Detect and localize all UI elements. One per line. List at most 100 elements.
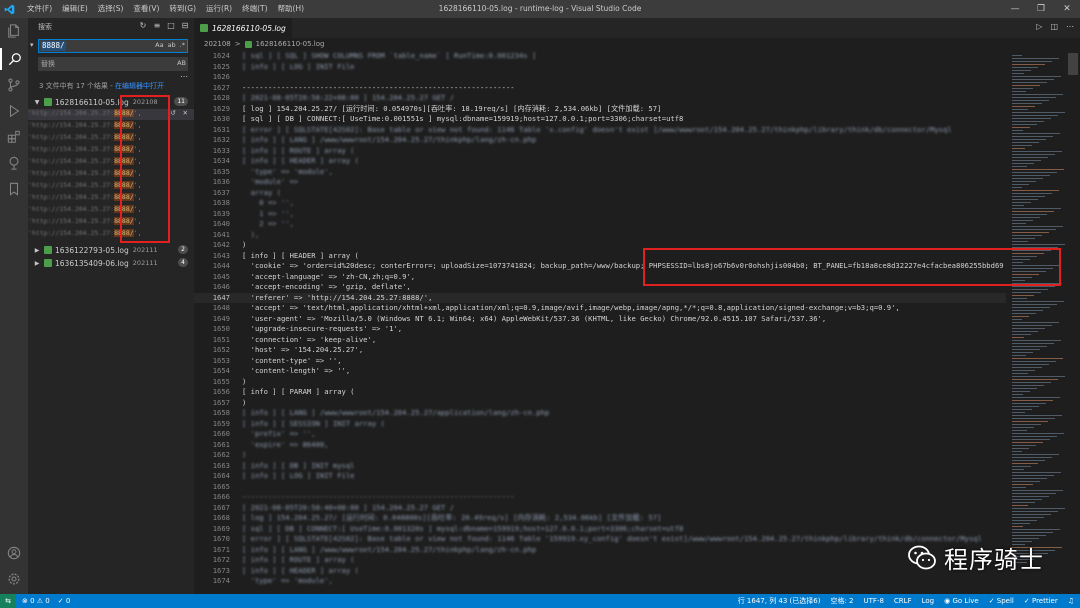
extensions-icon[interactable] bbox=[0, 126, 28, 148]
new-search-editor-icon[interactable]: □ bbox=[166, 21, 176, 30]
code-line[interactable]: 1628 [ 2021-08-05T20:58:22+08:00 ] 154.20… bbox=[194, 93, 1006, 104]
editor-scrollbar[interactable] bbox=[1066, 51, 1080, 594]
result-file-3[interactable]: ▶ 1636135409-06.log 202111 4 bbox=[28, 257, 194, 269]
code-line[interactable]: 1669 [ sql ] [ DB ] CONNECT:[ UseTime:0.0… bbox=[194, 524, 1006, 535]
dismiss-icon[interactable]: ✕ bbox=[183, 109, 188, 117]
search-details-toggle-icon[interactable]: ⋯ bbox=[180, 72, 188, 81]
code-line[interactable]: 1627 ------------------------------------… bbox=[194, 83, 1006, 94]
code-line[interactable]: 1657) bbox=[194, 398, 1006, 409]
split-editor-icon[interactable]: ◫ bbox=[1050, 22, 1058, 31]
problems-indicator[interactable]: ⊗ 0 ⚠ 0 bbox=[22, 594, 50, 608]
menu-file[interactable]: 文件(F) bbox=[22, 0, 57, 18]
code-line[interactable]: 1629 [ log ] 154.204.25.27/ [运行时间: 0.0549… bbox=[194, 104, 1006, 115]
scrollbar-thumb[interactable] bbox=[1068, 53, 1078, 75]
cursor-position[interactable]: 行 1647, 列 43 (已选择6) bbox=[738, 594, 821, 608]
code-editor[interactable]: 1624 [ sql ] [ SQL ] SHOW COLUMNS FROM `t… bbox=[194, 51, 1006, 594]
remote-explorer-icon[interactable] bbox=[0, 152, 28, 174]
code-line[interactable]: 1671 [ info ] [ LANG ] /www/wwwroot/154.2… bbox=[194, 545, 1006, 556]
code-line[interactable]: 1656 [ info ] [ PARAM ] array ( bbox=[194, 387, 1006, 398]
language-mode[interactable]: Log bbox=[922, 594, 935, 608]
menu-view[interactable]: 查看(V) bbox=[128, 0, 164, 18]
code-line[interactable]: 1632 [ info ] [ LANG ] /www/wwwroot/154.2… bbox=[194, 135, 1006, 146]
replace-icon[interactable]: ↺ bbox=[171, 109, 176, 117]
menu-terminal[interactable]: 终端(T) bbox=[237, 0, 272, 18]
run-debug-icon[interactable] bbox=[0, 100, 28, 122]
remote-indicator[interactable]: ⇆ bbox=[0, 594, 16, 608]
minimize-icon[interactable]: — bbox=[1002, 0, 1028, 18]
menu-run[interactable]: 运行(R) bbox=[201, 0, 237, 18]
search-input[interactable]: 8888/ Aa ab .* bbox=[38, 39, 188, 53]
toggle-replace-chevron-icon[interactable]: ▾ bbox=[30, 41, 34, 49]
code-line[interactable]: 1662) bbox=[194, 450, 1006, 461]
use-regex-toggle[interactable]: .* bbox=[180, 41, 185, 49]
code-line[interactable]: 1664 [ info ] [ LOG ] INIT File bbox=[194, 471, 1006, 482]
match-whole-word-toggle[interactable]: ab bbox=[168, 41, 176, 49]
code-line[interactable]: 1667 [ 2021-08-05T20:58:40+08:00 ] 154.20… bbox=[194, 503, 1006, 514]
preserve-case-toggle[interactable]: AB bbox=[177, 59, 186, 67]
code-line[interactable]: 1638 0 => '', bbox=[194, 198, 1006, 209]
end-of-line[interactable]: CRLF bbox=[894, 594, 912, 608]
restore-icon[interactable]: ❐ bbox=[1028, 0, 1054, 18]
code-line[interactable]: 1670 [ error ] [ SQLSTATE[42S02]: Base ta… bbox=[194, 534, 1006, 545]
notifications-bell-icon[interactable]: ♫ bbox=[1068, 594, 1074, 608]
spell-check-status[interactable]: ✓ Spell bbox=[989, 594, 1014, 608]
code-line[interactable]: 1652 'host' => '154.204.25.27', bbox=[194, 345, 1006, 356]
code-line[interactable]: 1674 'type' => 'module', bbox=[194, 576, 1006, 587]
go-live-button[interactable]: ◉ Go Live bbox=[944, 594, 979, 608]
refresh-icon[interactable]: ↻ bbox=[138, 21, 148, 30]
menu-go[interactable]: 转到(G) bbox=[164, 0, 201, 18]
code-line[interactable]: 1624 [ sql ] [ SQL ] SHOW COLUMNS FROM `t… bbox=[194, 51, 1006, 62]
code-line[interactable]: 1640 2 => '', bbox=[194, 219, 1006, 230]
code-line[interactable]: 1655) bbox=[194, 377, 1006, 388]
more-actions-icon[interactable]: ⋯ bbox=[1066, 22, 1074, 31]
settings-gear-icon[interactable] bbox=[0, 568, 28, 590]
code-line[interactable]: 1647 'referer' => 'http://154.204.25.27:… bbox=[194, 292, 1006, 303]
encoding[interactable]: UTF-8 bbox=[864, 594, 884, 608]
menu-help[interactable]: 帮助(H) bbox=[273, 0, 310, 18]
code-line[interactable]: 1658 [ info ] [ LANG ] /www/wwwroot/154.2… bbox=[194, 408, 1006, 419]
collapse-all-icon[interactable]: ⊟ bbox=[180, 21, 190, 30]
explorer-icon[interactable] bbox=[0, 20, 28, 42]
indentation[interactable]: 空格: 2 bbox=[830, 594, 853, 608]
code-line[interactable]: 1673 [ info ] [ HEADER ] array ( bbox=[194, 566, 1006, 577]
menu-edit[interactable]: 编辑(E) bbox=[57, 0, 93, 18]
code-line[interactable]: 1661 'expire' => 86400, bbox=[194, 440, 1006, 451]
code-line[interactable]: 1631 [ error ] [ SQLSTATE[42S02]: Base ta… bbox=[194, 125, 1006, 136]
code-line[interactable]: 1637 array ( bbox=[194, 188, 1006, 199]
code-line[interactable]: 1648 'accept' => 'text/html,application/… bbox=[194, 303, 1006, 314]
code-line[interactable]: 1659 [ info ] [ SESSION ] INIT array ( bbox=[194, 419, 1006, 430]
minimap[interactable] bbox=[1006, 51, 1066, 594]
code-line[interactable]: 1665 bbox=[194, 482, 1006, 493]
ports-indicator[interactable]: ✓ 0 bbox=[58, 594, 71, 608]
close-window-icon[interactable]: ✕ bbox=[1054, 0, 1080, 18]
code-line[interactable]: 1633 [ info ] [ ROUTE ] array ( bbox=[194, 146, 1006, 157]
run-icon[interactable]: ▷ bbox=[1036, 22, 1042, 31]
code-line[interactable]: 1651 'connection' => 'keep-alive', bbox=[194, 335, 1006, 346]
open-in-editor-link[interactable]: 在编辑器中打开 bbox=[115, 82, 164, 90]
code-line[interactable]: 1625 [ info ] [ LOG ] INIT File bbox=[194, 62, 1006, 73]
code-line[interactable]: 1635 'type' => 'module', bbox=[194, 167, 1006, 178]
menu-selection[interactable]: 选择(S) bbox=[93, 0, 129, 18]
code-line[interactable]: 1650 'upgrade-insecure-requests' => '1', bbox=[194, 324, 1006, 335]
breadcrumb-folder[interactable]: 202108 bbox=[204, 40, 231, 48]
code-line[interactable]: 1639 1 => '', bbox=[194, 209, 1006, 220]
code-line[interactable]: 1649 'user-agent' => 'Mozilla/5.0 (Windo… bbox=[194, 314, 1006, 325]
code-line[interactable]: 1672 [ info ] [ ROUTE ] array ( bbox=[194, 555, 1006, 566]
code-line[interactable]: 1634 [ info ] [ HEADER ] array ( bbox=[194, 156, 1006, 167]
breadcrumb-file[interactable]: 1628166110-05.log bbox=[256, 40, 325, 48]
bookmark-icon[interactable] bbox=[0, 178, 28, 200]
code-line[interactable]: 1666 ------------------------------------… bbox=[194, 492, 1006, 503]
tab-log-file[interactable]: 1628166110-05.log bbox=[194, 18, 292, 38]
code-line[interactable]: 1654 'content-length' => '', bbox=[194, 366, 1006, 377]
code-line[interactable]: 1636 'module' => bbox=[194, 177, 1006, 188]
code-line[interactable]: 1660 'prefix' => '', bbox=[194, 429, 1006, 440]
account-icon[interactable] bbox=[0, 542, 28, 564]
code-line[interactable]: 1653 'content-type' => '', bbox=[194, 356, 1006, 367]
code-line[interactable]: 1641 ), bbox=[194, 230, 1006, 241]
clear-results-icon[interactable]: ≡ bbox=[152, 21, 162, 30]
prettier-status[interactable]: ✓ Prettier bbox=[1024, 594, 1058, 608]
search-icon[interactable] bbox=[0, 48, 28, 70]
code-line[interactable]: 1626 bbox=[194, 72, 1006, 83]
code-line[interactable]: 1630 [ sql ] [ DB ] CONNECT:[ UseTime:0.0… bbox=[194, 114, 1006, 125]
match-case-toggle[interactable]: Aa bbox=[155, 41, 163, 49]
